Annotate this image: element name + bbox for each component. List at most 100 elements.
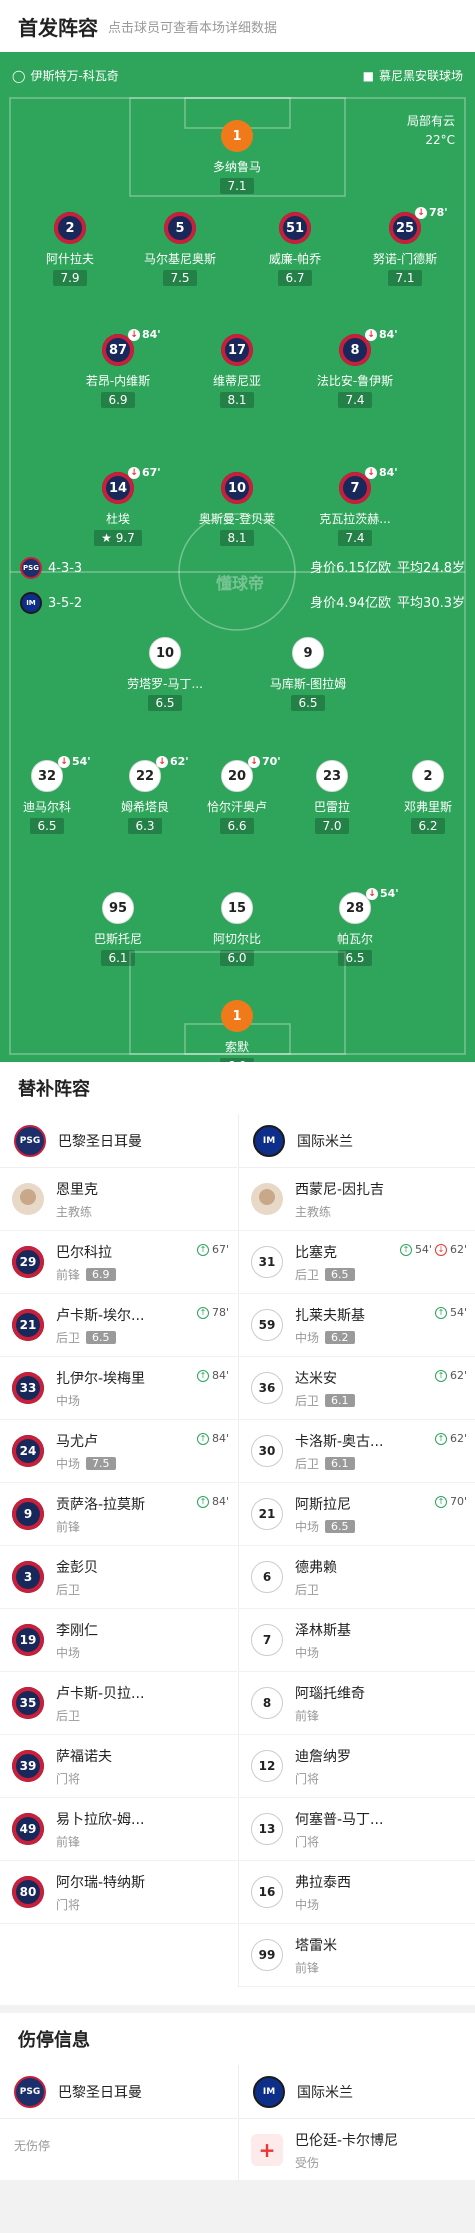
player-rating: 8.1 (220, 530, 254, 546)
sub-out-icon: ↓ (415, 206, 427, 219)
psg-player-2[interactable]: 2 阿什拉夫 7.9 (10, 212, 130, 286)
inter-team-row[interactable]: IM 国际米兰 (239, 1114, 475, 1168)
jersey-number: 28 ↓ 54' (339, 887, 399, 924)
sub-minute: 84' (379, 466, 398, 479)
psg-sub-39[interactable]: 39 萨福诺夫 门将 (0, 1735, 237, 1798)
player-name: 杜埃 (105, 512, 130, 526)
player-position-row: 门将 (56, 1896, 145, 1913)
inter-sub-59[interactable]: 59 扎莱夫斯基 中场 6.2 ↑ 54' (239, 1294, 475, 1357)
psg-sub-49[interactable]: 49 易卜拉欣-姆... 前锋 (0, 1798, 237, 1861)
inter-logo-icon: IM (20, 592, 42, 614)
player-name: 努诺-门德斯 (372, 252, 438, 266)
rating-value: 8.1 (227, 531, 247, 545)
player-name: 巴尔科拉 (56, 1244, 112, 1261)
player-name: 若昂-内维斯 (85, 374, 151, 388)
inter-player-28[interactable]: 28 ↓ 54' 帕瓦尔 6.5 (295, 887, 415, 966)
player-position: 门将 (56, 1771, 81, 1786)
sub-info: 李刚仁 中场 (56, 1620, 98, 1661)
psg-player-8[interactable]: 8 ↓ 84' 法比安-鲁伊斯 7.4 (295, 328, 415, 408)
psg-player-51[interactable]: 51 威廉-帕乔 6.7 (235, 212, 355, 286)
psg-team-row[interactable]: PSG 巴黎圣日耳曼 (0, 1114, 237, 1168)
inter-sub-30[interactable]: 30 卡洛斯-奥古... 后卫 6.1 ↑ 62' (239, 1420, 475, 1483)
jersey-number: 2 (412, 760, 444, 792)
player-rating: 6.9 (101, 392, 135, 408)
player-position: 后卫 (295, 1582, 320, 1597)
jersey-number: 33 (12, 1372, 44, 1404)
psg-sub-29[interactable]: 29 巴尔科拉 前锋 6.9 ↑ 67' (0, 1231, 237, 1294)
psg-sub-24[interactable]: 24 马尤卢 中场 7.5 ↑ 84' (0, 1420, 237, 1483)
sub-minute: 62' (449, 1243, 467, 1256)
player-name: 卢卡斯-贝拉... (56, 1685, 145, 1702)
inter-subs-column: IM 国际米兰 西蒙尼-因扎吉 主教练 31 比塞克 后卫 6.5 ↑ 54' ↓ 62' 59 扎… (238, 1114, 475, 1987)
psg-sub-35[interactable]: 35 卢卡斯-贝拉... 后卫 (0, 1672, 237, 1735)
stadium-label: ■ 慕尼黑安联球场 (362, 68, 463, 84)
inter-sub-99[interactable]: 99 塔雷米 前锋 (239, 1924, 475, 1987)
psg-sub-21[interactable]: 21 卢卡斯-埃尔... 后卫 6.5 ↑ 78' (0, 1294, 237, 1357)
subs-title: 替补阵容 (0, 1062, 475, 1114)
player-position-row: 后卫 (295, 1581, 337, 1598)
inter-player-10[interactable]: 10 劳塔罗-马丁... 6.5 (105, 637, 225, 711)
inter-coach[interactable]: 西蒙尼-因扎吉 主教练 (239, 1168, 475, 1231)
rating-value: 6.5 (37, 819, 57, 833)
jersey-number: 25 ↓ 78' (389, 206, 448, 244)
rating-value: 6.0 (227, 951, 247, 965)
psg-sub-9[interactable]: 9 贡萨洛-拉莫斯 前锋 ↑ 84' (0, 1483, 237, 1546)
player-position-row: 中场 (295, 1644, 351, 1661)
sub-info: 巴尔科拉 前锋 6.9 (56, 1242, 116, 1283)
inter-injury-team[interactable]: IM 国际米兰 (239, 2065, 475, 2119)
player-rating: 6.2 (325, 1330, 355, 1344)
whistle-icon: ◯ (12, 68, 26, 83)
inter-player-95[interactable]: 95 巴斯托尼 6.1 (58, 892, 178, 966)
inter-sub-8[interactable]: 8 阿瑙托维奇 前锋 (239, 1672, 475, 1735)
inter-player-9[interactable]: 9 马库斯-图拉姆 6.5 (248, 637, 368, 711)
weather: 局部有云 22°C (407, 112, 455, 150)
player-position-row: 后卫 6.5 (56, 1329, 144, 1346)
inter-sub-36[interactable]: 36 达米安 后卫 6.1 ↑ 62' (239, 1357, 475, 1420)
sub-info: 何塞普-马丁... 门将 (295, 1809, 383, 1850)
psg-player-87[interactable]: 87 ↓ 84' 若昂-内维斯 6.9 (58, 328, 178, 408)
player-rating: ★ 9.7 (94, 530, 142, 546)
sub-minute: 84' (211, 1369, 229, 1382)
inter-sub-16[interactable]: 16 弗拉泰西 中场 (239, 1861, 475, 1924)
psg-player-10[interactable]: 10 奥斯曼-登贝莱 8.1 (177, 472, 297, 546)
psg-sub-80[interactable]: 80 阿尔瑞-特纳斯 门将 (0, 1861, 237, 1924)
jersey-number: 23 (316, 760, 348, 792)
inter-player-2[interactable]: 2 邓弗里斯 6.2 (368, 760, 475, 834)
inter-sub-7[interactable]: 7 泽林斯基 中场 (239, 1609, 475, 1672)
psg-sub-3[interactable]: 3 金彭贝 后卫 (0, 1546, 237, 1609)
rating-value: 6.5 (298, 696, 318, 710)
home-team-label: ◯ 伊斯特万-科瓦奇 (12, 68, 119, 84)
player-name: 扎伊尔-埃梅里 (56, 1370, 146, 1387)
psg-injury-team[interactable]: PSG 巴黎圣日耳曼 (0, 2065, 237, 2119)
inter-sub-6[interactable]: 6 德弗赖 后卫 (239, 1546, 475, 1609)
inter-player-1[interactable]: 1索默6.0 (177, 1000, 297, 1062)
inter-sub-21[interactable]: 21 阿斯拉尼 中场 6.5 ↑ 70' (239, 1483, 475, 1546)
sub-out-icon: ↓ (434, 1243, 447, 1256)
inter-sub-13[interactable]: 13 何塞普-马丁... 门将 (239, 1798, 475, 1861)
sub-minute: 70' (449, 1495, 467, 1508)
player-position-row: 中场 6.2 (295, 1329, 365, 1346)
psg-sub-19[interactable]: 19 李刚仁 中场 (0, 1609, 237, 1672)
jersey-number: 36 (251, 1372, 283, 1404)
psg-player-1[interactable]: 1 多纳鲁马 7.1 (177, 120, 297, 194)
player-position: 门将 (295, 1834, 320, 1849)
sub-info: 马尤卢 中场 7.5 (56, 1431, 116, 1472)
jersey-number: 14 ↓ 67' (102, 466, 161, 504)
psg-coach[interactable]: 恩里克 主教练 (0, 1168, 237, 1231)
inter-sub-12[interactable]: 12 迪詹纳罗 门将 (239, 1735, 475, 1798)
psg-logo-icon: PSG (20, 557, 42, 579)
rating-value: 7.1 (395, 271, 415, 285)
sub-info: 塔雷米 前锋 (295, 1935, 337, 1976)
injured-player[interactable]: + 巴伦廷-卡尔博尼 受伤 (239, 2119, 475, 2182)
psg-player-7[interactable]: 7 ↓ 84' 克瓦拉茨赫... 7.4 (295, 466, 415, 546)
psg-sub-33[interactable]: 33 扎伊尔-埃梅里 中场 ↑ 84' (0, 1357, 237, 1420)
inter-player-15[interactable]: 15 阿切尔比 6.0 (177, 892, 297, 966)
psg-player-5[interactable]: 5 马尔基尼奥斯 7.5 (120, 212, 240, 286)
psg-logo-icon: PSG (14, 1124, 46, 1157)
sub-info: 卢卡斯-埃尔... 后卫 6.5 (56, 1305, 144, 1346)
inter-sub-31[interactable]: 31 比塞克 后卫 6.5 ↑ 54' ↓ 62' (239, 1231, 475, 1294)
psg-player-25[interactable]: 25 ↓ 78' 努诺-门德斯 7.1 (345, 206, 465, 286)
player-name: 威廉-帕乔 (268, 252, 322, 266)
psg-player-14[interactable]: 14 ↓ 67' 杜埃 ★ 9.7 (58, 466, 178, 546)
psg-player-17[interactable]: 17 维蒂尼亚 8.1 (177, 334, 297, 408)
